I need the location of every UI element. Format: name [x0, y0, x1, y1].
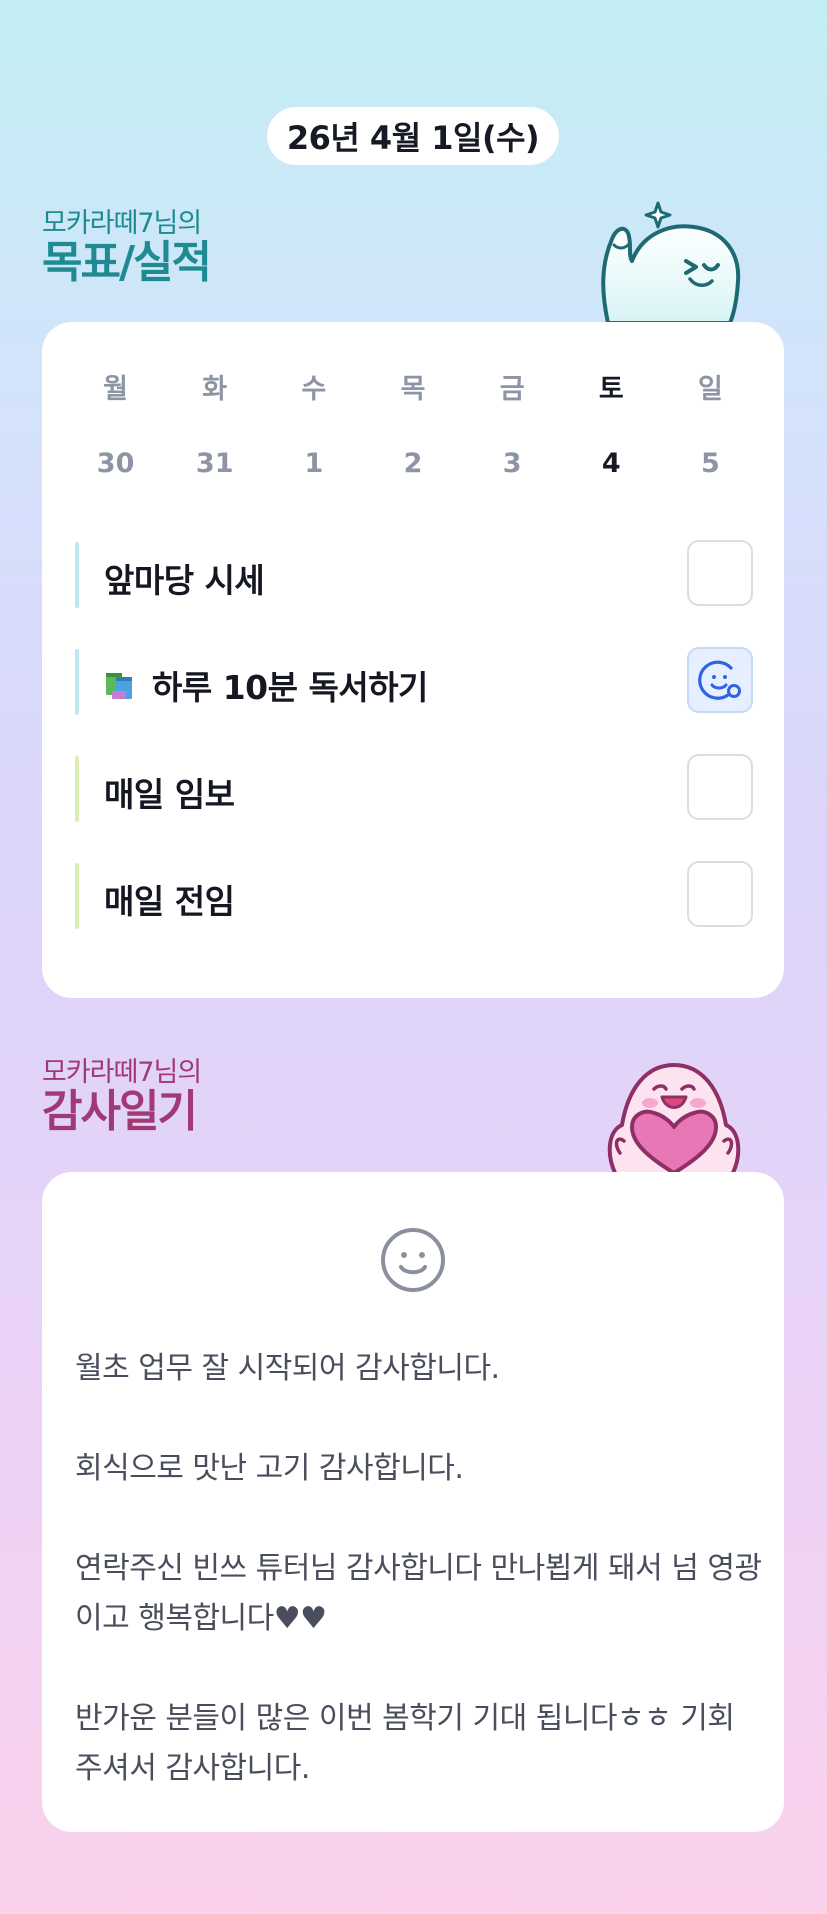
- day-number: 30: [96, 448, 135, 479]
- goal-label: 매일 전임: [104, 882, 235, 921]
- goal-item: 앞마당 시세: [75, 540, 753, 608]
- day-number: 1: [304, 448, 324, 479]
- calendar-day-wed[interactable]: 수 1: [264, 372, 363, 482]
- books-icon: [104, 670, 138, 700]
- day-name: 수: [301, 374, 327, 405]
- calendar-day-tue[interactable]: 화 31: [165, 372, 264, 482]
- ghost-mascot-illustration: [601, 201, 741, 325]
- date-label: 26년 4월 1일(수): [286, 119, 540, 157]
- page: 26년 4월 1일(수) 모카라떼7님의 목표/실적 월 30 화 31 수 1…: [0, 0, 827, 1914]
- goal-label: 앞마당 시세: [104, 561, 265, 600]
- goals-title: 목표/실적: [42, 237, 212, 288]
- day-number: 3: [502, 448, 522, 479]
- thanks-section-heading: 모카라떼7님의 감사일기: [42, 1057, 202, 1137]
- calendar-day-mon[interactable]: 월 30: [66, 372, 165, 482]
- goal-item: 매일 임보: [75, 754, 753, 822]
- goal-label: 매일 임보: [104, 775, 235, 814]
- calendar-day-thu[interactable]: 목 2: [363, 372, 462, 482]
- thanks-entry: 연락주신 빈쓰 튜터님 감사합니다 만나뵙게 돼서 넘 영광이고 행복합니다♥♥: [75, 1551, 762, 1636]
- smiley-icon[interactable]: [379, 1226, 447, 1294]
- goals-card: 월 30 화 31 수 1 목 2 금 3 토 4 일 5 앞마당 시세 하루 …: [42, 322, 784, 998]
- thanks-diary-card: 월초 업무 잘 시작되어 감사합니다. 회식으로 맛난 고기 감사합니다. 연락…: [42, 1172, 784, 1832]
- heart-mascot-illustration: [607, 1063, 741, 1175]
- goal-checkbox[interactable]: [687, 754, 753, 820]
- thanks-entry: 반가운 분들이 많은 이번 봄학기 기대 됩니다ㅎㅎ 기회 주셔서 감사합니다.: [75, 1701, 735, 1786]
- day-number: 2: [403, 448, 423, 479]
- calendar-day-sun[interactable]: 일 5: [661, 372, 760, 482]
- day-name: 월: [103, 374, 128, 405]
- goal-label: 하루 10분 독서하기: [152, 668, 428, 707]
- week-calendar: 월 30 화 31 수 1 목 2 금 3 토 4 일 5: [66, 372, 760, 482]
- day-name: 금: [499, 374, 525, 405]
- goals-owner-label: 모카라떼7님의: [42, 208, 202, 239]
- goal-accent-bar: [75, 542, 79, 608]
- goal-label-row: 하루 10분 독서하기: [104, 661, 428, 709]
- day-name: 일: [697, 374, 723, 405]
- goal-item: 하루 10분 독서하기: [75, 647, 753, 715]
- day-number: 4: [601, 448, 621, 479]
- thanks-title: 감사일기: [42, 1086, 198, 1137]
- calendar-day-fri[interactable]: 금 3: [463, 372, 562, 482]
- smiley-check-icon: [698, 660, 741, 700]
- goal-accent-bar: [75, 863, 79, 929]
- goal-checkbox[interactable]: [687, 861, 753, 927]
- goal-checkbox[interactable]: [687, 540, 753, 606]
- date-selector[interactable]: 26년 4월 1일(수): [267, 107, 559, 165]
- calendar-day-sat[interactable]: 토 4: [562, 372, 661, 482]
- day-name: 목: [400, 374, 426, 405]
- thanks-entry: 월초 업무 잘 시작되어 감사합니다.: [75, 1351, 500, 1386]
- goal-item: 매일 전임: [75, 861, 753, 929]
- goals-section-heading: 모카라떼7님의 목표/실적: [42, 208, 212, 288]
- goal-checkbox-checked[interactable]: [687, 647, 753, 713]
- goal-accent-bar: [75, 756, 79, 822]
- thanks-owner-label: 모카라떼7님의: [42, 1057, 202, 1088]
- goal-accent-bar: [75, 649, 79, 715]
- day-name: 화: [202, 374, 228, 405]
- day-number: 31: [195, 448, 234, 479]
- thanks-entry: 회식으로 맛난 고기 감사합니다.: [75, 1451, 464, 1486]
- day-number: 5: [701, 448, 720, 479]
- day-name: 토: [598, 374, 624, 405]
- thanks-diary-text: 월초 업무 잘 시작되어 감사합니다. 회식으로 맛난 고기 감사합니다. 연락…: [75, 1344, 765, 1794]
